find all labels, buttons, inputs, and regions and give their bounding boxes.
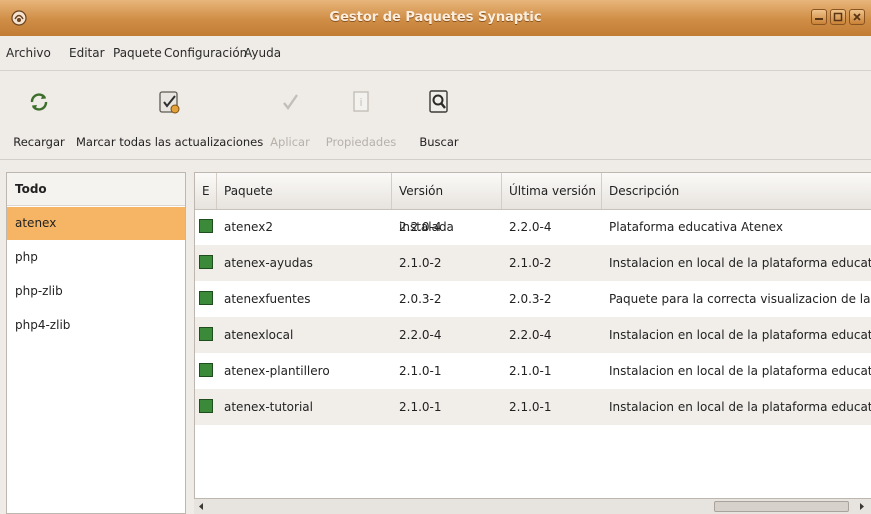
status-cell[interactable] xyxy=(195,281,217,317)
installed-version: 2.1.0-1 xyxy=(399,364,442,378)
close-icon xyxy=(853,13,861,21)
installed-version: 2.2.0-4 xyxy=(399,328,442,342)
latest-version: 2.2.0-4 xyxy=(509,220,552,234)
properties-button[interactable]: i Propiedades xyxy=(322,71,400,159)
table-row[interactable]: atenex-tutorial 2.1.0-1 2.1.0-1 Instalac… xyxy=(195,389,871,425)
table-row[interactable]: atenex2 2.2.0-4 2.2.0-4 Plataforma educa… xyxy=(195,209,871,245)
latest-version: 2.1.0-2 xyxy=(509,256,552,270)
title-bar[interactable]: Gestor de Paquetes Synaptic xyxy=(0,0,871,37)
table-row[interactable]: atenexfuentes 2.0.3-2 2.0.3-2 Paquete pa… xyxy=(195,281,871,317)
section-header-todo[interactable]: Todo xyxy=(7,173,185,206)
minimize-icon xyxy=(815,18,823,20)
package-name: atenexfuentes xyxy=(224,292,311,306)
mark-all-upgrades-label: Marcar todas las actualizaciones xyxy=(76,135,264,149)
section-item-php-zlib[interactable]: php-zlib xyxy=(7,275,185,308)
package-name: atenex-plantillero xyxy=(224,364,330,378)
package-description: Plataforma educativa Atenex xyxy=(609,220,783,234)
column-description[interactable]: Descripción xyxy=(602,173,871,209)
package-description: Paquete para la correcta visualizacion d… xyxy=(609,292,871,306)
menu-ayuda[interactable]: Ayuda xyxy=(244,36,281,70)
package-description: Instalacion en local de la plataforma ed… xyxy=(609,328,871,342)
installed-status-icon[interactable] xyxy=(199,327,213,341)
package-name: atenex-tutorial xyxy=(224,400,313,414)
menu-bar: Archivo Editar Paquete Configuración Ayu… xyxy=(0,36,871,71)
section-list: Todo atenex php php-zlib php4-zlib xyxy=(6,172,186,514)
maximize-icon xyxy=(833,12,843,22)
table-row[interactable]: atenex-ayudas 2.1.0-2 2.1.0-2 Instalacio… xyxy=(195,245,871,281)
section-item-php[interactable]: php xyxy=(7,241,185,274)
scroll-right-icon[interactable] xyxy=(855,499,869,514)
reload-icon xyxy=(30,93,48,111)
installed-version: 2.1.0-2 xyxy=(399,256,442,270)
package-table: E Paquete Versión instalada Última versi… xyxy=(194,172,871,514)
toolbar: Recargar Marcar todas las actualizacione… xyxy=(0,71,871,160)
apply-button[interactable]: Aplicar xyxy=(262,71,318,159)
search-icon xyxy=(429,90,448,113)
menu-paquete[interactable]: Paquete xyxy=(113,36,162,70)
section-item-atenex[interactable]: atenex xyxy=(7,207,185,240)
package-name: atenex-ayudas xyxy=(224,256,313,270)
synaptic-window: Gestor de Paquetes Synaptic Archivo Edit… xyxy=(0,0,871,514)
installed-version: 2.1.0-1 xyxy=(399,400,442,414)
maximize-button[interactable] xyxy=(830,9,846,25)
status-cell[interactable] xyxy=(195,353,217,389)
installed-status-icon[interactable] xyxy=(199,219,213,233)
menu-configuracion[interactable]: Configuración xyxy=(164,36,247,70)
scroll-left-icon[interactable] xyxy=(194,499,208,514)
column-installed-version[interactable]: Versión instalada xyxy=(392,173,502,234)
package-name: atenexlocal xyxy=(224,328,294,342)
latest-version: 2.1.0-1 xyxy=(509,400,552,414)
package-description: Instalacion en local de la plataforma ed… xyxy=(609,256,871,270)
installed-status-icon[interactable] xyxy=(199,255,213,269)
status-cell[interactable] xyxy=(195,317,217,353)
menu-archivo[interactable]: Archivo xyxy=(6,36,51,70)
status-cell[interactable] xyxy=(195,209,217,245)
table-row[interactable]: atenexlocal 2.2.0-4 2.2.0-4 Instalacion … xyxy=(195,317,871,353)
package-description: Instalacion en local de la plataforma ed… xyxy=(609,364,871,378)
window-title: Gestor de Paquetes Synaptic xyxy=(329,10,542,25)
section-item-php4-zlib[interactable]: php4-zlib xyxy=(7,309,185,342)
scrollbar-thumb[interactable] xyxy=(714,501,849,512)
close-button[interactable] xyxy=(849,9,865,25)
search-button[interactable]: Buscar xyxy=(412,71,466,159)
installed-status-icon[interactable] xyxy=(199,399,213,413)
apply-check-icon xyxy=(283,94,298,111)
column-package[interactable]: Paquete xyxy=(217,173,392,209)
apply-label: Aplicar xyxy=(270,135,310,149)
installed-version: 2.2.0-4 xyxy=(399,220,442,234)
mark-upgrades-icon xyxy=(159,91,180,114)
properties-icon: i xyxy=(353,91,369,112)
status-cell[interactable] xyxy=(195,389,217,425)
column-latest-version[interactable]: Última versión xyxy=(502,173,602,209)
table-row[interactable]: atenex-plantillero 2.1.0-1 2.1.0-1 Insta… xyxy=(195,353,871,389)
reload-button[interactable]: Recargar xyxy=(4,71,74,159)
minimize-button[interactable] xyxy=(811,9,827,25)
properties-label: Propiedades xyxy=(325,135,397,149)
svg-text:i: i xyxy=(359,96,362,109)
latest-version: 2.2.0-4 xyxy=(509,328,552,342)
horizontal-scrollbar[interactable] xyxy=(194,498,871,514)
table-header: E Paquete Versión instalada Última versi… xyxy=(195,173,871,234)
installed-version: 2.0.3-2 xyxy=(399,292,442,306)
latest-version: 2.1.0-1 xyxy=(509,364,552,378)
installed-status-icon[interactable] xyxy=(199,291,213,305)
status-cell[interactable] xyxy=(195,245,217,281)
menu-editar[interactable]: Editar xyxy=(69,36,105,70)
reload-label: Recargar xyxy=(13,135,65,149)
latest-version: 2.0.3-2 xyxy=(509,292,552,306)
package-description: Instalacion en local de la plataforma ed… xyxy=(609,400,871,414)
mark-all-upgrades-button[interactable]: Marcar todas las actualizaciones xyxy=(76,71,264,159)
search-label: Buscar xyxy=(419,135,459,149)
column-status[interactable]: E xyxy=(195,173,217,209)
package-name: atenex2 xyxy=(224,220,273,234)
installed-status-icon[interactable] xyxy=(199,363,213,377)
